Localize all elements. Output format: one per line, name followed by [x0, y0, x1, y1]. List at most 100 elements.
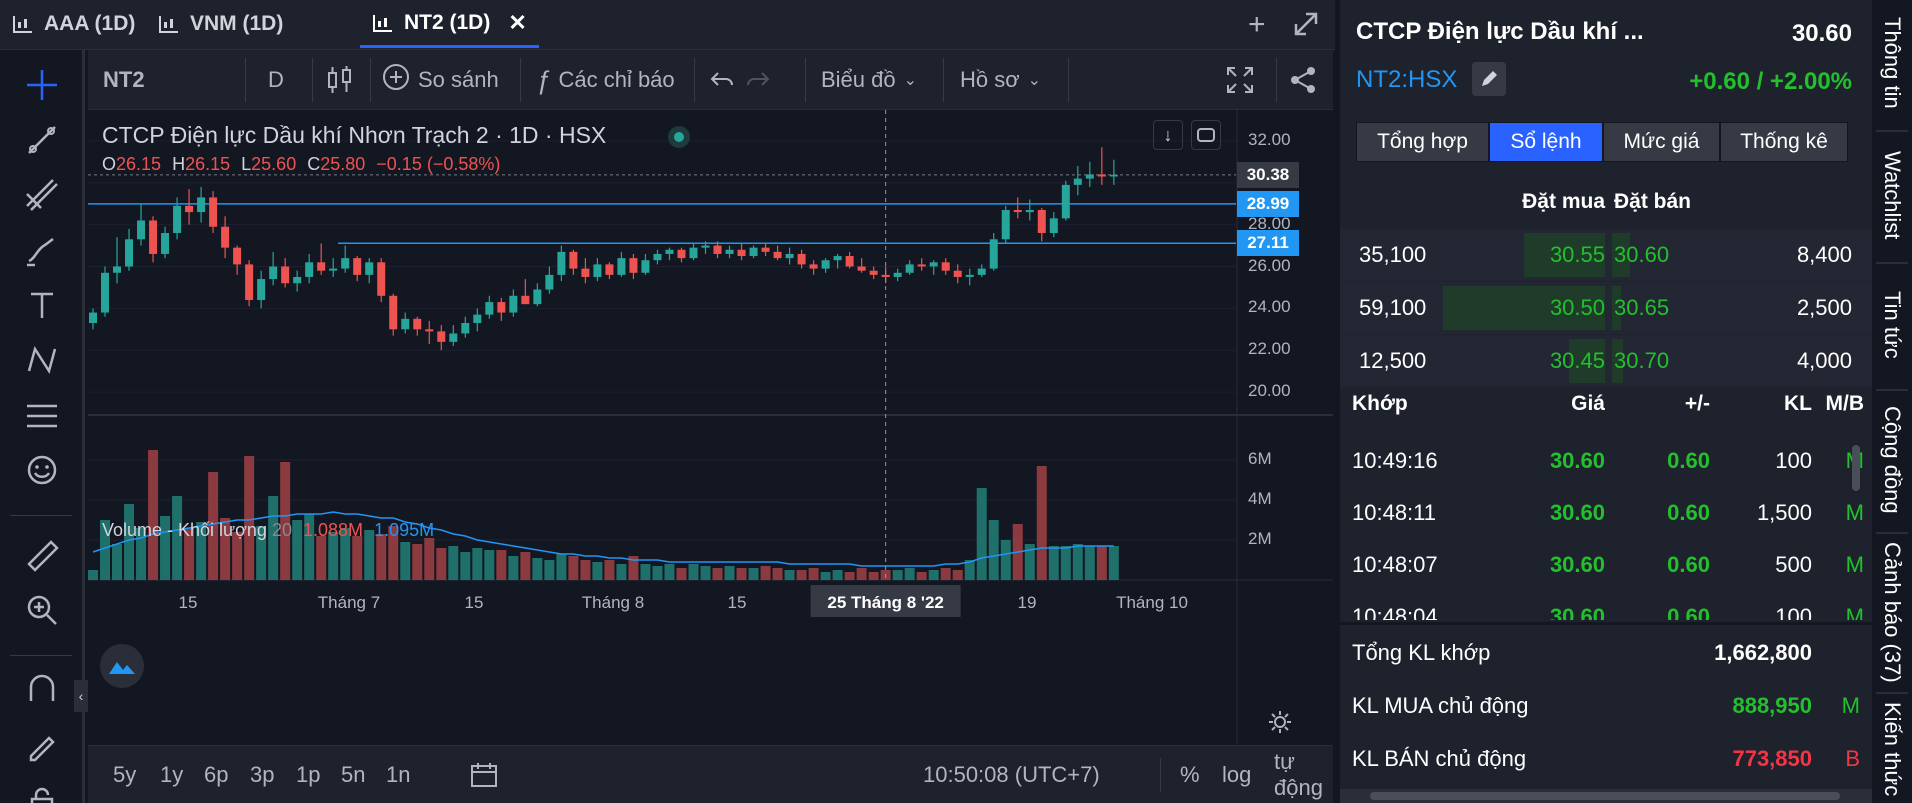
side-tab[interactable]: Watchlist: [1872, 133, 1912, 258]
percent-toggle[interactable]: %: [1180, 746, 1200, 803]
candle: [989, 233, 998, 271]
range-button[interactable]: 1p: [296, 746, 320, 803]
candle: [965, 268, 974, 286]
candle: [401, 312, 410, 334]
ask-price[interactable]: 30.60: [1614, 229, 1669, 281]
clock-time[interactable]: 10:50:08 (UTC+7): [923, 746, 1100, 803]
redo-icon[interactable]: [746, 50, 772, 110]
volume-bar: [520, 552, 531, 580]
candle: [341, 245, 350, 273]
range-button[interactable]: 5n: [341, 746, 365, 803]
trade-price: 30.60: [1549, 448, 1605, 473]
log-toggle[interactable]: log: [1222, 746, 1251, 803]
tab-vnm[interactable]: VNM (1D): [158, 0, 283, 48]
info-tab[interactable]: Mức giá: [1603, 122, 1720, 162]
trade-volume: 100: [1775, 604, 1812, 620]
text-tool-icon[interactable]: [22, 285, 62, 325]
range-button[interactable]: 3p: [250, 746, 274, 803]
arrow-down-icon[interactable]: ↓: [1153, 120, 1183, 150]
close-icon[interactable]: ✕: [508, 10, 526, 36]
profile-dropdown[interactable]: Hồ sơ ⌄: [960, 50, 1041, 110]
candle-type-icon[interactable]: [326, 50, 354, 110]
side-tab[interactable]: Cảnh báo (37): [1872, 535, 1912, 690]
collapse-toolbar-icon[interactable]: ‹: [74, 680, 88, 712]
low-value: 25.60: [251, 154, 297, 174]
bid-price[interactable]: 30.55: [1505, 229, 1605, 281]
settings-icon[interactable]: [1268, 710, 1292, 739]
trading-app: AAA (1D) VNM (1D) NT2 (1D) ✕ + NT2 D So …: [0, 0, 1912, 803]
expand-icon[interactable]: [1292, 10, 1320, 46]
compare-button[interactable]: So sánh: [382, 50, 499, 110]
ask-price[interactable]: 30.65: [1614, 282, 1669, 334]
candle: [773, 245, 782, 261]
candle: [497, 297, 506, 321]
tab-nt2[interactable]: NT2 (1D) ✕: [360, 0, 539, 48]
range-button[interactable]: 6p: [204, 746, 228, 803]
side-tab[interactable]: Cộng đồng: [1872, 392, 1912, 527]
emoji-icon[interactable]: [22, 450, 62, 490]
share-icon[interactable]: [1288, 50, 1318, 110]
auto-toggle[interactable]: tự động: [1274, 746, 1333, 803]
trade-scrollbar[interactable]: [1852, 445, 1860, 491]
divider: [943, 58, 944, 102]
symbol-search[interactable]: NT2: [103, 50, 145, 110]
candle: [569, 249, 578, 275]
candle: [665, 247, 674, 261]
undo-icon[interactable]: [708, 50, 734, 110]
trade-list[interactable]: 10:49:16 30.60 0.60 100 M 10:48:11 30.60 0.60 1,…: [1340, 435, 1872, 620]
summary-label: Tổng KL khớp: [1352, 640, 1491, 665]
volume-bar: [556, 554, 567, 580]
lock-pencil-icon[interactable]: [22, 725, 62, 765]
volume-bar: [1108, 546, 1119, 580]
edit-icon[interactable]: [1472, 62, 1506, 96]
crosshair-icon[interactable]: [22, 65, 62, 105]
divider: [245, 58, 246, 102]
volume-bar: [664, 564, 675, 580]
volume-bar: [472, 548, 483, 580]
horizontal-scrollbar[interactable]: [1340, 789, 1872, 803]
chart-pane[interactable]: 15Tháng 715Tháng 815ng 919Tháng 1025 Thá…: [74, 110, 1333, 745]
volume-bar: [316, 536, 327, 580]
price-chart[interactable]: 15Tháng 715Tháng 815ng 919Tháng 1025 Thá…: [88, 110, 1333, 745]
brush-icon[interactable]: [22, 230, 62, 270]
range-button[interactable]: 1n: [386, 746, 410, 803]
candle: [797, 249, 806, 269]
date-range-icon[interactable]: [470, 746, 498, 803]
side-tab[interactable]: Kiến thức: [1872, 695, 1912, 803]
add-tab-icon[interactable]: +: [1248, 8, 1266, 42]
bid-price[interactable]: 30.50: [1505, 282, 1605, 334]
range-button[interactable]: 1y: [160, 746, 183, 803]
volume-bar: [400, 542, 411, 580]
side-tab[interactable]: Tin tức: [1872, 265, 1912, 385]
ask-price[interactable]: 30.70: [1614, 335, 1669, 387]
sync-icon[interactable]: [1191, 120, 1221, 150]
zoom-in-icon[interactable]: [22, 590, 62, 630]
volume-bar: [1000, 540, 1011, 580]
candle: [1025, 199, 1034, 221]
info-tab[interactable]: Thống kê: [1720, 122, 1848, 162]
ticker-label[interactable]: NT2:HSX: [1356, 66, 1457, 94]
ruler-icon[interactable]: [22, 535, 62, 575]
pattern-icon[interactable]: [22, 340, 62, 380]
lock-icon[interactable]: [22, 780, 62, 803]
bid-price[interactable]: 30.45: [1505, 335, 1605, 387]
volume-bar: [796, 570, 807, 580]
volume-bar: [784, 570, 795, 580]
side-tab[interactable]: Thông tin: [1872, 0, 1912, 125]
tab-aaa[interactable]: AAA (1D): [12, 0, 135, 48]
candle: [629, 253, 638, 280]
range-button[interactable]: 5y: [113, 746, 136, 803]
fullscreen-icon[interactable]: [1226, 50, 1254, 110]
trade-price: 30.60: [1549, 500, 1605, 525]
interval-button[interactable]: D: [268, 50, 284, 110]
info-tab[interactable]: Tổng hợp: [1356, 122, 1489, 162]
pitchfork-icon[interactable]: [22, 175, 62, 215]
candle: [941, 258, 950, 275]
forecast-icon[interactable]: [22, 395, 62, 435]
price-tick-label: 22.00: [1248, 339, 1291, 359]
chart-type-dropdown[interactable]: Biểu đồ ⌄: [821, 50, 917, 110]
magnet-icon[interactable]: [22, 670, 62, 710]
info-tab[interactable]: Sổ lệnh: [1489, 122, 1603, 162]
trendline-icon[interactable]: [22, 120, 62, 160]
indicators-button[interactable]: ƒ Các chỉ báo: [536, 50, 675, 110]
